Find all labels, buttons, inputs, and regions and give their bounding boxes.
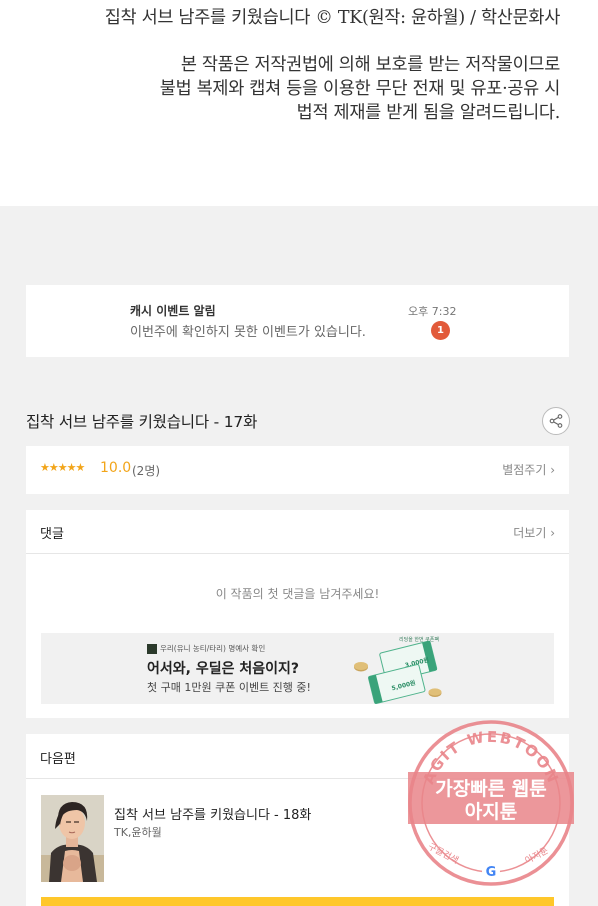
- watermark-stamp: AGIT WEBTOON 가장빠른 웹툰 아지툰 구글검색 아지툰 G: [408, 720, 574, 886]
- copyright-line: 본 작품은 저작권법에 의해 보호를 받는 저작물이므로: [180, 55, 560, 75]
- ticket-caption: 리딩을 한번 쿠폰팩: [399, 636, 439, 643]
- rate-button[interactable]: 별점주기 ›: [502, 461, 555, 478]
- comments-more-link[interactable]: 더보기 ›: [513, 524, 555, 541]
- ad-brand: 우리(유니 농티/타리) 명예사 확인: [147, 643, 265, 654]
- comments-card: 댓글 더보기 › 이 작품의 첫 댓글을 남겨주세요! 우리(유니 농티/타리)…: [26, 510, 569, 718]
- ad-brand-text: 우리(유니 농티/타리) 명예사 확인: [160, 644, 266, 653]
- rating-score: 10.0: [100, 460, 132, 476]
- comments-header: 댓글 더보기 ›: [26, 510, 569, 554]
- rating-count: (2명): [132, 464, 161, 478]
- coupon-ticket-illustration: 3,000원 5,000원 리딩을 한번 쿠폰팩: [354, 636, 442, 704]
- comments-title: 댓글: [40, 527, 64, 542]
- next-episode-title[interactable]: 집착 서브 남주를 키웠습니다 - 18화: [114, 804, 311, 823]
- episode-title: 집착 서브 남주를 키웠습니다 - 17화: [26, 413, 258, 431]
- share-button[interactable]: [542, 407, 570, 435]
- watermark-line2: 아지툰: [465, 801, 517, 823]
- next-episode-author: TK,윤하월: [114, 826, 162, 839]
- rating-stars: ★★★★★: [40, 461, 85, 474]
- google-g-icon: G: [486, 865, 497, 880]
- share-icon: [549, 414, 563, 428]
- cash-event-notification[interactable]: 캐시 이벤트 알림 이번주에 확인하지 못한 이벤트가 있습니다. 오후 7:3…: [26, 285, 569, 357]
- ad-banner[interactable]: 우리(유니 농티/타리) 명예사 확인 어서와, 우딜은 처음이지? 첫 구매 …: [41, 633, 554, 704]
- rating-card: ★★★★★ 10.0 (2명) 별점주기 ›: [26, 446, 569, 494]
- ad-subtitle: 첫 구매 1만원 쿠폰 이벤트 진행 중!: [147, 681, 311, 694]
- watermark-line1: 가장빠른 웹툰: [435, 778, 547, 800]
- brand-logo-icon: [147, 644, 157, 654]
- notification-count-badge: 1: [431, 321, 450, 340]
- comments-empty-message[interactable]: 이 작품의 첫 댓글을 남겨주세요!: [26, 585, 569, 602]
- copyright-line: 법적 제재를 받게 됨을 알려드립니다.: [296, 103, 561, 123]
- copyright-line: 집착 서브 남주를 키웠습니다 © TK(원작: 윤하월) / 학산문화사: [104, 8, 561, 28]
- notification-title: 캐시 이벤트 알림: [130, 304, 216, 318]
- read-next-button[interactable]: [41, 897, 554, 906]
- notification-message: 이번주에 확인하지 못한 이벤트가 있습니다.: [130, 325, 366, 340]
- notification-time: 오후 7:32: [408, 305, 457, 318]
- character-thumbnail-image: [41, 795, 104, 882]
- ad-title: 어서와, 우딜은 처음이지?: [147, 661, 299, 677]
- next-episode-section-title: 다음편: [40, 752, 76, 767]
- copyright-line: 불법 복제와 캡쳐 등을 이용한 무단 전재 및 유포·공유 시: [159, 79, 561, 99]
- copyright-notice: 집착 서브 남주를 키웠습니다 © TK(원작: 윤하월) / 학산문화사 본 …: [0, 0, 598, 206]
- next-episode-thumbnail[interactable]: [41, 795, 104, 882]
